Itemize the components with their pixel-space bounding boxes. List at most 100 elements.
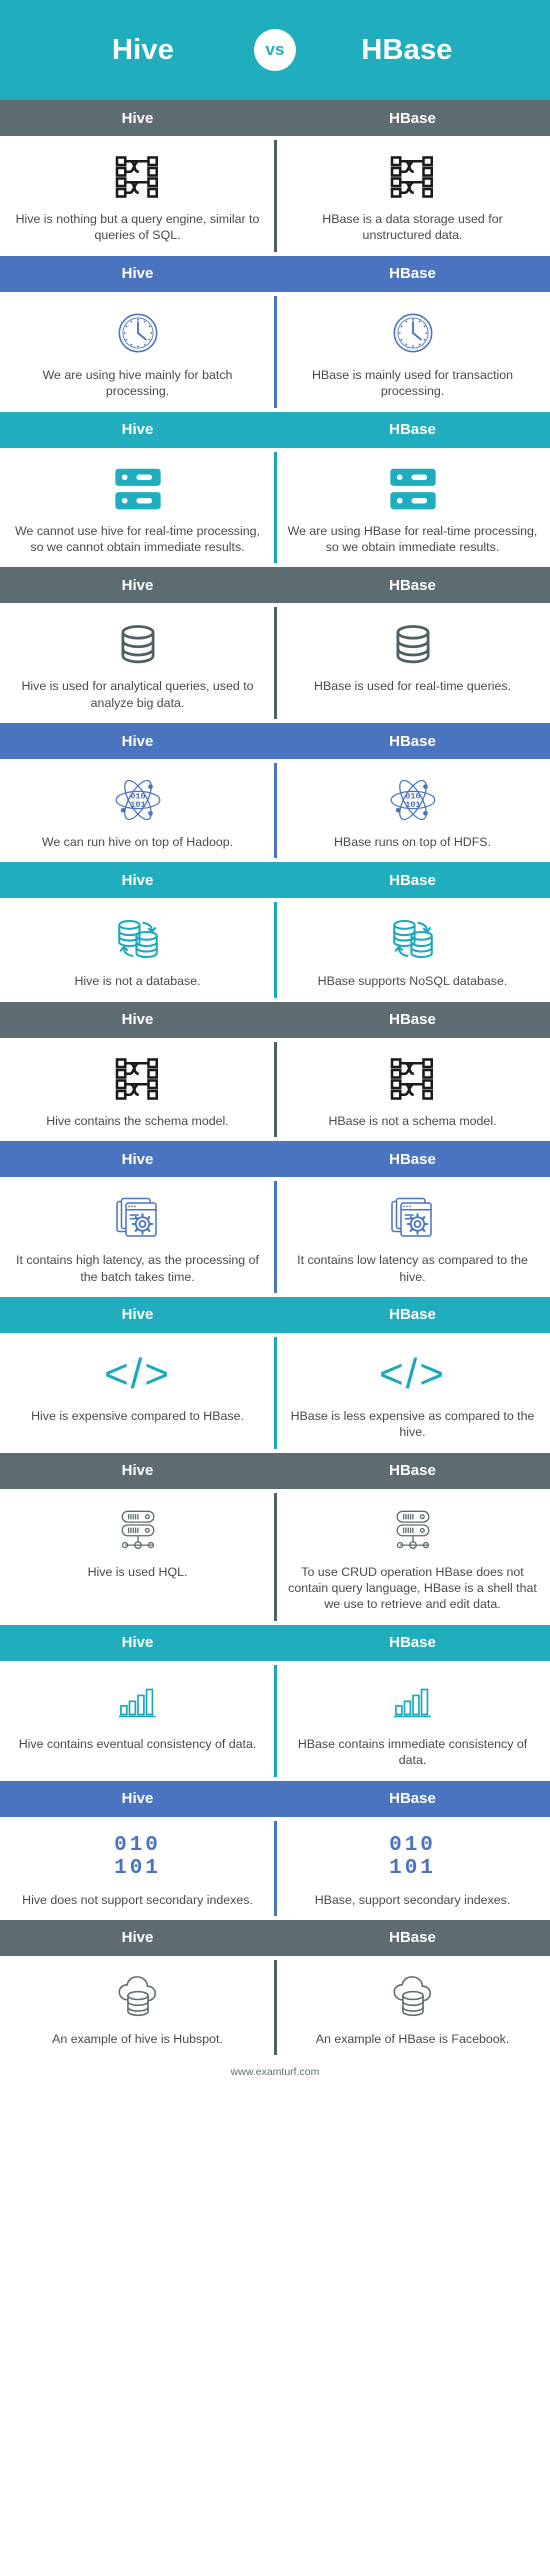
band-label-hbase: HBase — [389, 1634, 436, 1652]
band-label-hive: Hive — [121, 1011, 154, 1029]
atom-binary-icon: 010 101 — [113, 773, 163, 827]
band-label-hive: Hive — [121, 1929, 154, 1947]
binary-digits-glyph: 010 101 — [114, 1834, 161, 1880]
column-divider — [273, 1664, 277, 1777]
band-label-hbase: HBase — [389, 576, 436, 594]
hbase-cell: HBase is used for real-time queries. — [275, 617, 550, 711]
column-divider — [273, 295, 277, 408]
hbase-description: An example of HBase is Facebook. — [315, 2031, 510, 2046]
band-label-hive: Hive — [121, 1790, 154, 1807]
hbase-description: HBase is a data storage used for unstruc… — [322, 212, 503, 243]
hbase-cell: HBase contains immediate consistency of … — [275, 1675, 550, 1769]
section-band-11: Hive HBase — [0, 1624, 550, 1661]
binary-line-2: 101 — [114, 1856, 161, 1880]
binary-line-2: 101 — [389, 1856, 436, 1880]
hbase-cell: We are using HBase for real-time process… — [275, 462, 550, 556]
footer-url: www.examturf.com — [0, 2059, 550, 2089]
hbase-description: It contains low latency as compared to t… — [297, 1253, 528, 1284]
section-band-4: Hive HBase — [0, 567, 550, 604]
column-divider — [273, 1181, 277, 1293]
binary-digits-icon: 010 101 — [114, 1831, 161, 1885]
band-label-hive: Hive — [121, 1462, 154, 1480]
database-cylinder-icon — [391, 617, 435, 671]
code-tag-glyph: </> — [379, 1349, 446, 1397]
comparison-row: Hive is nothing but a query engine, simi… — [0, 136, 550, 256]
comparison-row: Hive is used for analytical queries, use… — [0, 603, 550, 723]
window-gear-icon — [114, 1191, 162, 1245]
hive-cell: </> Hive is expensive compared to HBase. — [0, 1347, 275, 1441]
band-label-hive: Hive — [121, 576, 154, 594]
band-label-hbase: HBase — [389, 1462, 436, 1480]
hive-cell: Hive is used HQL. — [0, 1503, 275, 1613]
comparison-row: Hive contains the schema model. HBase is … — [0, 1037, 550, 1142]
svg-text:101: 101 — [405, 800, 420, 810]
schema-flowchart-icon — [114, 150, 162, 204]
hbase-cell: HBase supports NoSQL database. — [275, 912, 550, 989]
hbase-description: HBase is mainly used for transaction pro… — [311, 367, 514, 399]
hive-description: It contains high latency, as the process… — [16, 1253, 259, 1284]
hive-cell: Hive is not a database. — [0, 912, 275, 989]
database-sync-icon — [388, 912, 438, 966]
section-band-13: Hive HBase — [0, 1919, 550, 1956]
vs-label: vs — [265, 40, 285, 59]
vs-badge: vs — [254, 29, 296, 71]
hbase-description: HBase is not a schema model. — [328, 1113, 497, 1128]
hive-description: We are using hive mainly for batch proce… — [42, 367, 233, 399]
band-label-hbase: HBase — [389, 1790, 436, 1807]
hbase-cell: 010 101 HBase runs on top of HDFS. — [275, 773, 550, 850]
binary-line-1: 010 — [114, 1834, 161, 1858]
hbase-cell: HBase is mainly used for transaction pro… — [275, 306, 550, 400]
server-rack-icon — [388, 462, 438, 516]
hive-description: Hive is used HQL. — [87, 1564, 188, 1579]
hive-description: We can run hive on top of Hadoop. — [41, 835, 234, 849]
server-rack-icon — [113, 462, 163, 516]
server-network-icon — [115, 1503, 161, 1557]
hero-right-title: HBase — [361, 33, 453, 66]
svg-text:101: 101 — [130, 800, 145, 810]
hive-description: Hive does not support secondary indexes. — [22, 1892, 253, 1907]
hbase-cell: To use CRUD operation HBase does not con… — [275, 1503, 550, 1613]
column-divider — [273, 451, 277, 564]
schema-flowchart-icon — [389, 150, 437, 204]
hbase-cell: HBase is not a schema model. — [275, 1052, 550, 1129]
section-band-6: Hive HBase — [0, 862, 550, 899]
comparison-rows: Hive HBase Hive is nothing but a query eng… — [0, 100, 550, 2060]
comparison-row: 010 101 We can run hive on top of Hadoop. 0… — [0, 759, 550, 863]
band-label-hbase: HBase — [389, 421, 436, 438]
column-divider — [273, 1041, 277, 1138]
hive-cell: Hive contains eventual consistency of da… — [0, 1675, 275, 1769]
hive-description: An example of hive is Hubspot. — [52, 2031, 223, 2046]
hive-description: Hive is nothing but a query engine, simi… — [15, 212, 260, 243]
clock-icon — [390, 306, 436, 360]
section-band-12: Hive HBase — [0, 1780, 550, 1817]
hive-cell: It contains high latency, as the process… — [0, 1191, 275, 1285]
column-divider — [273, 1492, 277, 1621]
hbase-description: HBase contains immediate consistency of … — [297, 1736, 528, 1768]
column-divider — [273, 763, 277, 859]
hbase-description: To use CRUD operation HBase does not con… — [288, 1564, 537, 1612]
comparison-row: Hive is used HQL. To use CRUD operation H… — [0, 1488, 550, 1625]
band-label-hive: Hive — [121, 1306, 154, 1324]
comparison-row: </> Hive is expensive compared to HBase. <… — [0, 1332, 550, 1453]
band-label-hbase: HBase — [389, 1011, 436, 1029]
comparison-row: We are using hive mainly for batch proce… — [0, 291, 550, 412]
hive-description: We cannot use hive for real-time process… — [15, 523, 260, 554]
hive-cell: We cannot use hive for real-time process… — [0, 462, 275, 556]
clock-icon — [115, 306, 161, 360]
database-cylinder-icon — [116, 617, 160, 671]
band-label-hive: Hive — [121, 421, 154, 438]
hive-cell: 010 101 We can run hive on top of Hadoop. — [0, 773, 275, 850]
hbase-cell: HBase is a data storage used for unstruc… — [275, 150, 550, 244]
hive-description: Hive contains eventual consistency of da… — [18, 1736, 257, 1751]
hive-description: Hive contains the schema model. — [46, 1113, 229, 1128]
bar-chart-icon — [390, 1675, 436, 1729]
hive-description: Hive is used for analytical queries, use… — [21, 679, 254, 710]
hbase-description: We are using HBase for real-time process… — [287, 523, 538, 554]
column-divider — [273, 140, 277, 252]
section-band-3: Hive HBase — [0, 411, 550, 448]
section-band-8: Hive HBase — [0, 1141, 550, 1178]
server-network-icon — [390, 1503, 436, 1557]
band-label-hbase: HBase — [389, 871, 436, 889]
section-band-10: Hive HBase — [0, 1452, 550, 1489]
binary-digits-glyph: 010 101 — [389, 1834, 436, 1880]
